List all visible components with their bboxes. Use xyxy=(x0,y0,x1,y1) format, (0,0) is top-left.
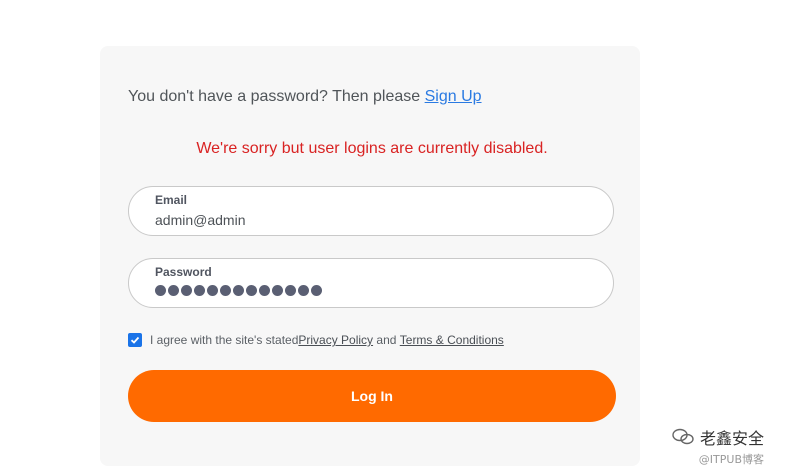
password-mask-dot xyxy=(233,285,244,296)
agreement-text-before: I agree with the site's stated xyxy=(150,333,299,347)
password-mask-dot xyxy=(168,285,179,296)
password-input[interactable] xyxy=(155,285,322,296)
agreement-row: I agree with the site's stated Privacy P… xyxy=(128,333,504,347)
email-input[interactable]: admin@admin xyxy=(155,212,245,228)
password-mask-dot xyxy=(311,285,322,296)
password-field[interactable]: Password xyxy=(128,258,614,308)
password-mask-dot xyxy=(259,285,270,296)
password-mask-dot xyxy=(272,285,283,296)
password-mask-dot xyxy=(181,285,192,296)
signup-prompt-text: You don't have a password? Then please xyxy=(128,88,425,105)
password-mask-dot xyxy=(298,285,309,296)
email-label: Email xyxy=(155,193,188,207)
privacy-policy-link[interactable]: Privacy Policy xyxy=(298,333,373,347)
agree-checkbox[interactable] xyxy=(128,333,142,347)
log-in-button[interactable]: Log In xyxy=(128,370,616,422)
password-mask-dot xyxy=(194,285,205,296)
error-message: We're sorry but user logins are currentl… xyxy=(196,140,548,157)
email-field[interactable]: Email admin@admin xyxy=(128,186,614,236)
agreement-text-middle: and xyxy=(373,333,400,347)
password-mask-dot xyxy=(155,285,166,296)
signup-prompt: You don't have a password? Then please S… xyxy=(128,88,482,106)
watermark-title: 老鑫安全 xyxy=(699,429,764,448)
check-icon xyxy=(130,336,140,344)
password-mask-dot xyxy=(246,285,257,296)
password-label: Password xyxy=(155,265,212,279)
password-mask-dot xyxy=(207,285,218,296)
wechat-icon xyxy=(672,428,694,445)
terms-conditions-link[interactable]: Terms & Conditions xyxy=(400,333,504,347)
sign-up-link[interactable]: Sign Up xyxy=(425,88,482,105)
watermark-subtitle: @ITPUB博客 xyxy=(698,453,764,466)
password-mask-dot xyxy=(220,285,231,296)
watermark: 老鑫安全 @ITPUB博客 xyxy=(672,425,764,467)
password-mask-dot xyxy=(285,285,296,296)
